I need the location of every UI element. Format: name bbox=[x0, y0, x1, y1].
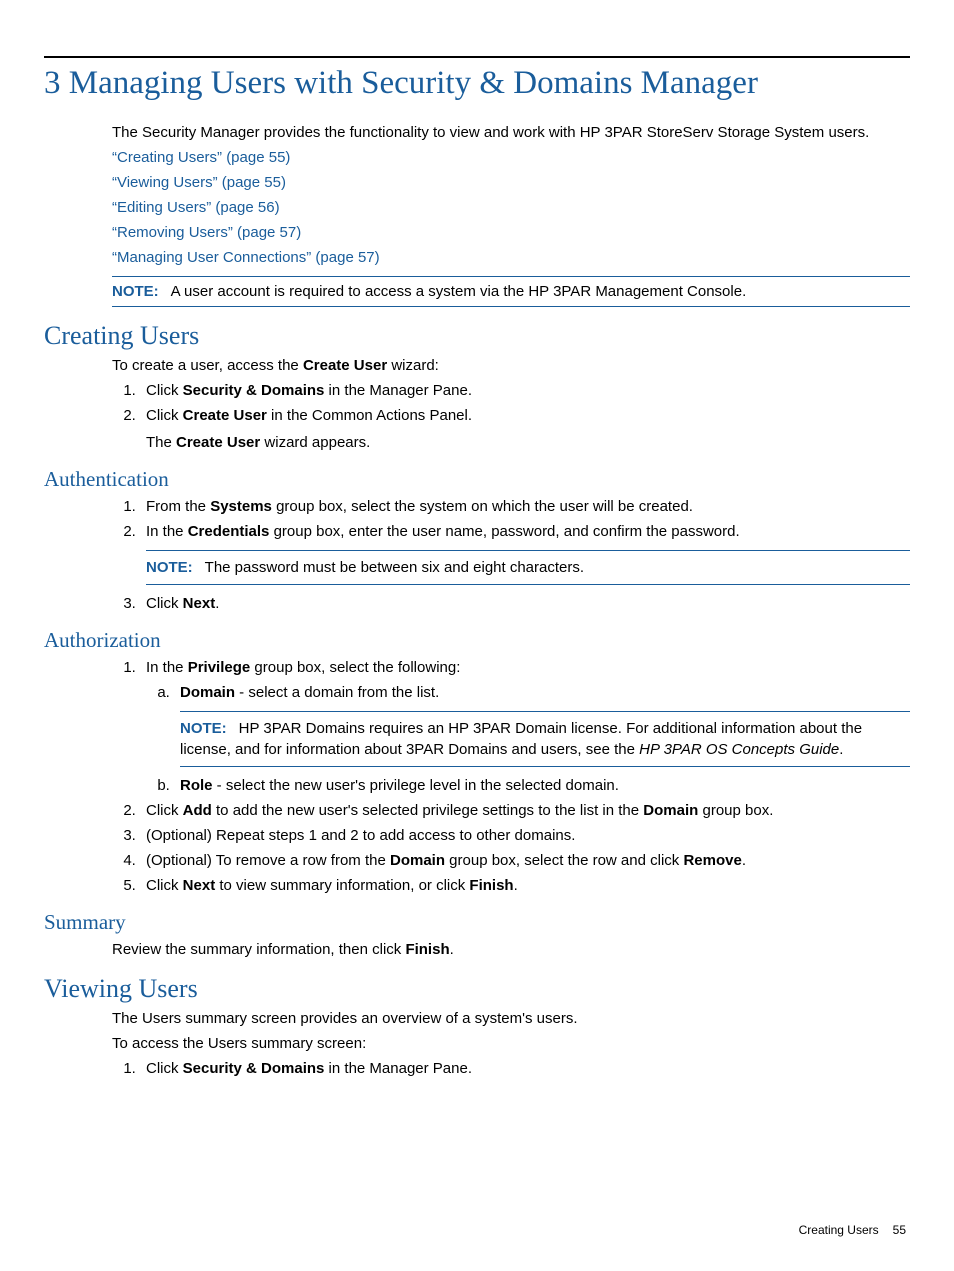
creating-intro: To create a user, access the Create User… bbox=[112, 355, 910, 376]
step-item: Click Next. bbox=[140, 593, 910, 614]
footer-section: Creating Users bbox=[799, 1223, 879, 1237]
step-item: (Optional) Repeat steps 1 and 2 to add a… bbox=[140, 825, 910, 846]
subsection-summary: Summary bbox=[44, 910, 910, 935]
step-item: From the Systems group box, select the s… bbox=[140, 496, 910, 517]
note-label: NOTE: bbox=[180, 720, 227, 737]
page-footer: Creating Users 55 bbox=[799, 1223, 906, 1237]
toc-link[interactable]: “Viewing Users” (page 55) bbox=[112, 172, 910, 193]
note-label: NOTE: bbox=[146, 559, 193, 576]
viewing-p1: The Users summary screen provides an ove… bbox=[112, 1008, 910, 1029]
step-item: Click Add to add the new user's selected… bbox=[140, 800, 910, 821]
note-box: NOTE: The password must be between six an… bbox=[146, 550, 910, 585]
note-text: A user account is required to access a s… bbox=[171, 283, 747, 300]
note-text: The password must be between six and eig… bbox=[205, 559, 584, 576]
intro-paragraph: The Security Manager provides the functi… bbox=[112, 122, 910, 143]
toc-link[interactable]: “Managing User Connections” (page 57) bbox=[112, 247, 910, 268]
step-item: Click Security & Domains in the Manager … bbox=[140, 1058, 910, 1079]
note-label: NOTE: bbox=[112, 283, 159, 300]
page-number: 55 bbox=[893, 1223, 906, 1237]
step-item: (Optional) To remove a row from the Doma… bbox=[140, 850, 910, 871]
step-item: In the Privilege group box, select the f… bbox=[140, 657, 910, 796]
viewing-steps: Click Security & Domains in the Manager … bbox=[112, 1058, 910, 1079]
substep-item: Role - select the new user's privilege l… bbox=[174, 775, 910, 796]
auth-steps: From the Systems group box, select the s… bbox=[112, 496, 910, 614]
authz-substeps: Domain - select a domain from the list. … bbox=[146, 682, 910, 796]
note-box: NOTE: A user account is required to acces… bbox=[112, 276, 910, 307]
authz-steps: In the Privilege group box, select the f… bbox=[112, 657, 910, 896]
section-creating-users: Creating Users bbox=[44, 321, 910, 351]
step-item: In the Credentials group box, enter the … bbox=[140, 521, 910, 585]
substep-item: Domain - select a domain from the list. … bbox=[174, 682, 910, 767]
step-item: Click Create User in the Common Actions … bbox=[140, 405, 910, 453]
section-viewing-users: Viewing Users bbox=[44, 974, 910, 1004]
step-item: Click Security & Domains in the Manager … bbox=[140, 380, 910, 401]
creating-steps: Click Security & Domains in the Manager … bbox=[112, 380, 910, 453]
subsection-authorization: Authorization bbox=[44, 628, 910, 653]
note-box: NOTE:HP 3PAR Domains requires an HP 3PAR… bbox=[180, 711, 910, 767]
toc-link[interactable]: “Creating Users” (page 55) bbox=[112, 147, 910, 168]
viewing-p2: To access the Users summary screen: bbox=[112, 1033, 910, 1054]
step-item: Click Next to view summary information, … bbox=[140, 875, 910, 896]
summary-text: Review the summary information, then cli… bbox=[112, 939, 910, 960]
subsection-authentication: Authentication bbox=[44, 467, 910, 492]
note-text: HP 3PAR Domains requires an HP 3PAR Doma… bbox=[180, 720, 862, 758]
chapter-title: 3 Managing Users with Security & Domains… bbox=[44, 64, 910, 104]
toc-link[interactable]: “Editing Users” (page 56) bbox=[112, 197, 910, 218]
toc-link[interactable]: “Removing Users” (page 57) bbox=[112, 222, 910, 243]
